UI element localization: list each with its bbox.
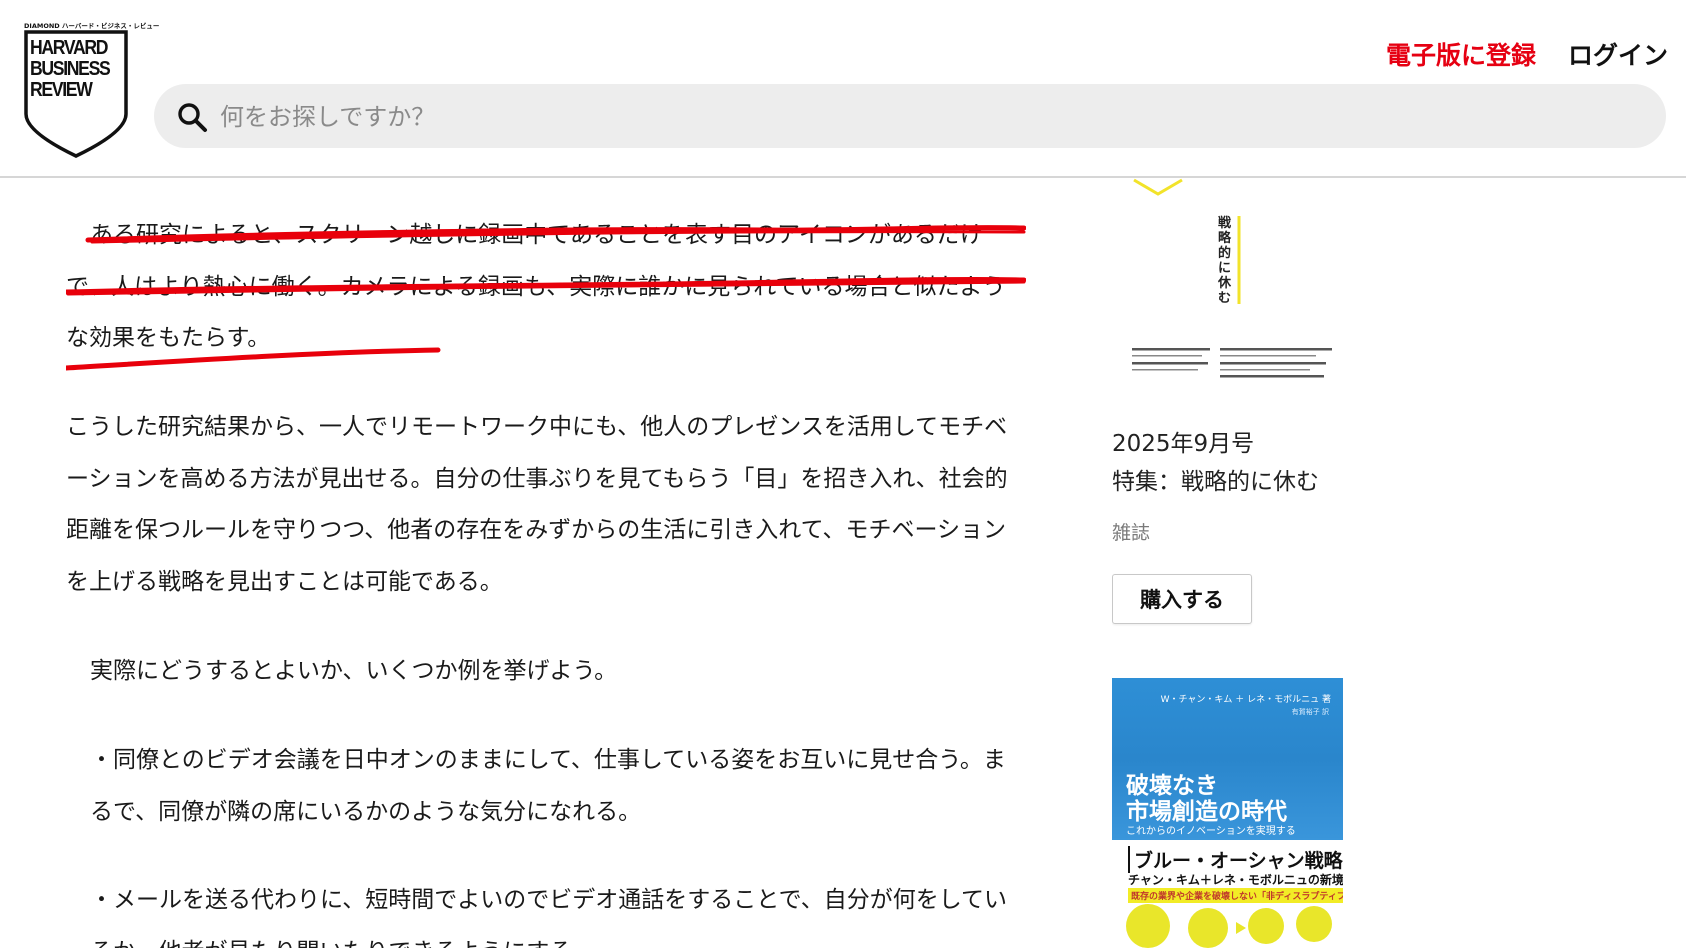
article-paragraph: こうした研究結果から、一人でリモートワーク中にも、他人のプレゼンスを活用してモチ… [66, 414, 1008, 595]
search-icon[interactable] [176, 101, 208, 133]
article-body: ある研究によると、スクリーン越しに録画中であることを表す目のアイコンがあるだけで… [66, 176, 1026, 948]
login-link[interactable]: ログイン [1568, 36, 1668, 72]
issue-title: 特集：戦略的に休む [1112, 469, 1319, 495]
sidebar: 戦略的に休む 2025年9月号 特集：戦略的に休む 雑誌 購入する W・チャン・… [1112, 176, 1372, 948]
book-cover[interactable]: W・チャン・キム ＋ レネ・モボルニュ 著 有賀裕子 訳 破壊なき 市場創造の時… [1112, 678, 1343, 948]
hbr-logo[interactable]: DIAMOND ハーバード・ビジネス・レビュー HARVARD BUSINESS… [24, 20, 159, 158]
book-series: ブルー・オーシャン戦略 [1128, 846, 1343, 873]
book-subtitle: チャン・キム＋レネ・モボルニュの新境地 [1128, 873, 1343, 887]
search-input[interactable] [218, 92, 1642, 142]
article-list-item: ・メールを送る代わりに、短時間でよいのでビデオ通話をすることで、自分が何をしてい… [90, 887, 1008, 948]
article-paragraph: 実際にどうするとよいか、いくつか例を挙げよう。 [90, 658, 618, 684]
logo-words: HARVARD BUSINESS REVIEW [30, 37, 111, 101]
category-label: 雑誌 [1112, 522, 1151, 544]
book-diagram-icon [1126, 904, 1332, 948]
book-band: 既存の業界や企業を破壊しない「非ディスラプティブな創造」へ [1128, 888, 1343, 903]
book-translator: 有賀裕子 訳 [1291, 708, 1329, 716]
book-title: 市場創造の時代 [1126, 799, 1287, 825]
buy-button[interactable]: 購入する [1112, 574, 1252, 624]
article-paragraph: ある研究によると、スクリーン越しに録画中であることを表す目のアイコンがあるだけで… [66, 222, 1006, 351]
signup-link[interactable]: 電子版に登録 [1386, 36, 1536, 72]
logo-brand-text: DIAMOND ハーバード・ビジネス・レビュー [24, 22, 160, 30]
site-header: DIAMOND ハーバード・ビジネス・レビュー HARVARD BUSINESS… [0, 0, 1686, 178]
magazine-cover[interactable]: 戦略的に休む [1112, 176, 1344, 396]
magazine-cover-title: 戦略的に休む [1218, 216, 1232, 306]
issue-date: 2025年9月号 [1112, 431, 1255, 457]
book-authors: W・チャン・キム ＋ レネ・モボルニュ 著 [1160, 695, 1331, 705]
book-lower-panel: ブルー・オーシャン戦略 チャン・キム＋レネ・モボルニュの新境地 既存の業界や企業… [1112, 840, 1343, 948]
article-list-item: ・同僚とのビデオ会議を日中オンのままにして、仕事している姿をお互いに見せ合う。ま… [90, 747, 1006, 825]
logo-word: HARVARD [30, 37, 108, 59]
search-bar[interactable] [154, 84, 1666, 148]
logo-word: REVIEW [30, 79, 93, 101]
logo-word: BUSINESS [30, 58, 111, 80]
book-tagline: これからのイノベーションを実現する [1126, 826, 1296, 837]
